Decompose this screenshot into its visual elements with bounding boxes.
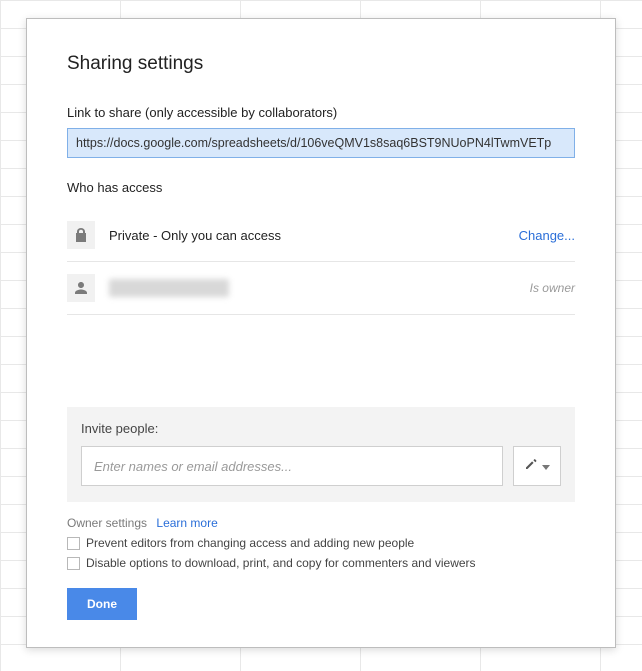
checkbox-prevent-editors[interactable]	[67, 537, 80, 550]
privacy-text: Private - Only you can access	[109, 228, 519, 243]
checkbox-disable-download[interactable]	[67, 557, 80, 570]
dialog-title: Sharing settings	[67, 53, 575, 75]
owner-settings-label: Owner settings	[67, 516, 147, 530]
pencil-icon	[524, 457, 538, 476]
lock-icon	[67, 221, 95, 249]
who-has-access-label: Who has access	[67, 180, 575, 195]
owner-name	[109, 279, 530, 297]
invite-label: Invite people:	[81, 421, 561, 436]
invite-input[interactable]	[81, 446, 503, 486]
sharing-dialog: Sharing settings Link to share (only acc…	[26, 18, 616, 648]
option-row-prevent-editors: Prevent editors from changing access and…	[67, 536, 575, 550]
owner-role-label: Is owner	[530, 281, 575, 295]
share-link-input[interactable]	[67, 128, 575, 158]
checkbox-label-disable-download: Disable options to download, print, and …	[86, 556, 476, 570]
change-access-link[interactable]: Change...	[519, 228, 575, 243]
access-row-private: Private - Only you can access Change...	[67, 209, 575, 262]
learn-more-link[interactable]: Learn more	[156, 516, 217, 530]
owner-name-redacted	[109, 279, 229, 297]
invite-panel: Invite people:	[67, 407, 575, 502]
chevron-down-icon	[542, 457, 550, 475]
done-button[interactable]: Done	[67, 588, 137, 620]
person-icon	[67, 274, 95, 302]
access-row-owner: Is owner	[67, 262, 575, 315]
invite-row	[81, 446, 561, 486]
link-share-label: Link to share (only accessible by collab…	[67, 105, 575, 120]
checkbox-label-prevent-editors: Prevent editors from changing access and…	[86, 536, 414, 550]
permission-dropdown-button[interactable]	[513, 446, 561, 486]
owner-settings-line: Owner settings Learn more	[67, 516, 575, 530]
option-row-disable-download: Disable options to download, print, and …	[67, 556, 575, 570]
